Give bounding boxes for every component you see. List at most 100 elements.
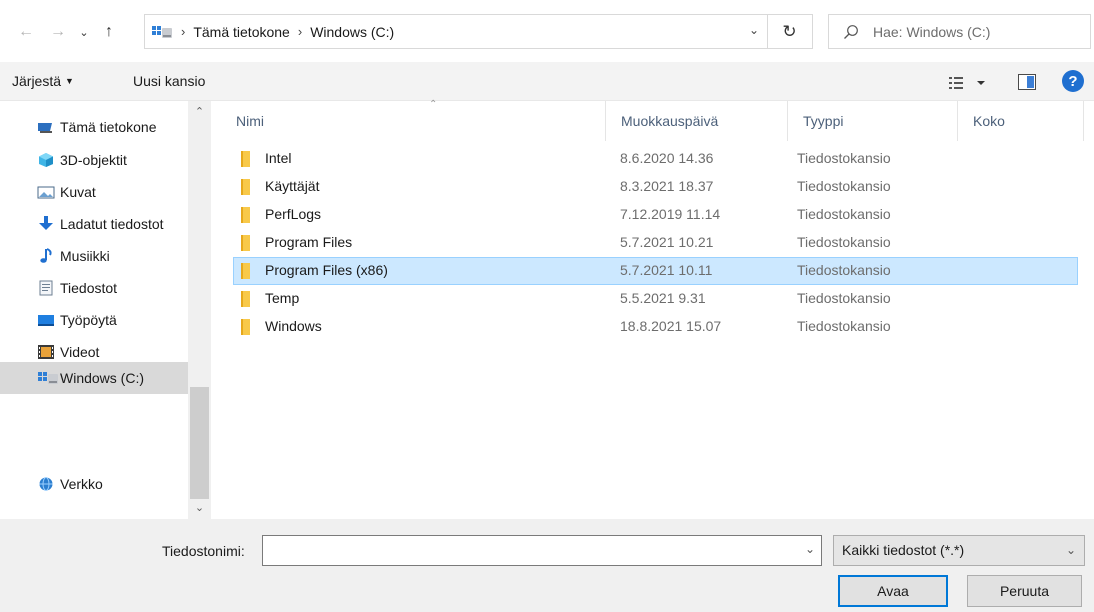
nav-item-pictures[interactable]: Kuvat <box>0 176 188 208</box>
file-type: Tiedostokansio <box>797 234 891 250</box>
breadcrumb-this-pc[interactable]: Tämä tietokone <box>193 24 290 40</box>
nav-item-label: 3D-objektit <box>60 152 127 168</box>
nav-item-3d-objects[interactable]: 3D-objektit <box>0 144 188 176</box>
address-bar[interactable]: › Tämä tietokone › Windows (C:) ⌄ <box>144 14 768 49</box>
column-header-type-label: Tyyppi <box>803 113 844 129</box>
nav-item-label: Windows (C:) <box>60 370 145 386</box>
organize-label: Järjestä <box>12 73 62 89</box>
file-type: Tiedostokansio <box>797 206 891 222</box>
file-type: Tiedostokansio <box>797 318 891 334</box>
nav-item-label: Työpöytä <box>60 312 117 328</box>
file-name: Käyttäjät <box>265 178 320 194</box>
filename-label: Tiedostonimi: <box>162 543 245 559</box>
file-modified: 8.3.2021 18.37 <box>620 178 714 194</box>
new-folder-button[interactable]: Uusi kansio <box>133 73 205 89</box>
nav-item-this-pc[interactable]: Tämä tietokone <box>0 111 188 143</box>
scroll-up-icon[interactable]: ⌃ <box>188 105 211 118</box>
file-type: Tiedostokansio <box>797 290 891 306</box>
search-input[interactable]: Hae: Windows (C:) <box>828 14 1091 49</box>
nav-item-downloads[interactable]: Ladatut tiedostot <box>0 208 188 240</box>
nav-item-music[interactable]: Musiikki <box>0 240 188 272</box>
folder-icon <box>241 207 250 223</box>
sort-ascending-icon: ⌃ <box>429 99 438 110</box>
filename-field[interactable]: ⌄ <box>262 535 822 566</box>
column-header-size-label: Koko <box>973 113 1005 129</box>
nav-item-label: Verkko <box>60 476 103 492</box>
cancel-button[interactable]: Peruuta <box>967 575 1082 607</box>
nav-item-network[interactable]: Verkko <box>0 468 188 500</box>
file-name: Windows <box>265 318 322 334</box>
table-row[interactable]: Windows 18.8.2021 15.07 Tiedostokansio <box>233 313 1078 341</box>
file-name: PerfLogs <box>265 206 322 222</box>
nav-item-label: Tämä tietokone <box>60 119 157 135</box>
nav-item-label: Ladatut tiedostot <box>60 216 164 232</box>
3d-objects-icon <box>37 152 55 168</box>
refresh-icon[interactable]: ↻ <box>767 14 813 49</box>
dialog-footer: Tiedostonimi: ⌄ Kaikki tiedostot (*.*) ⌄… <box>0 519 1094 612</box>
column-header-size[interactable]: Koko <box>958 101 1084 141</box>
folder-icon <box>241 291 250 307</box>
command-bar: Järjestä ▼ Uusi kansio ? <box>0 62 1094 101</box>
file-list: Nimi ⌃ Muokkauspäivä Tyyppi Koko Intel 8… <box>211 99 1094 519</box>
network-icon <box>37 476 55 492</box>
column-header-modified-label: Muokkauspäivä <box>621 113 719 129</box>
file-type: Tiedostokansio <box>797 150 891 166</box>
column-header-name[interactable]: Nimi ⌃ <box>221 99 606 141</box>
search-placeholder: Hae: Windows (C:) <box>873 23 991 40</box>
file-name: Temp <box>265 290 300 306</box>
scrollbar-thumb[interactable] <box>190 387 209 499</box>
nav-item-label: Kuvat <box>60 184 96 200</box>
nav-item-label: Musiikki <box>60 248 110 264</box>
file-modified: 8.6.2020 14.36 <box>620 150 714 166</box>
folder-icon <box>241 235 250 251</box>
folder-icon <box>241 179 250 195</box>
drive-icon <box>37 370 58 386</box>
file-type: Tiedostokansio <box>797 262 891 278</box>
computer-icon <box>37 119 55 135</box>
file-type-filter[interactable]: Kaikki tiedostot (*.*) ⌄ <box>833 535 1085 566</box>
file-modified: 7.12.2019 11.14 <box>620 206 721 222</box>
help-icon[interactable]: ? <box>1062 70 1084 92</box>
table-row[interactable]: Temp 5.5.2021 9.31 Tiedostokansio <box>233 285 1078 313</box>
downloads-icon <box>37 216 55 232</box>
file-modified: 5.7.2021 10.21 <box>620 234 714 250</box>
breadcrumb-windows-c[interactable]: Windows (C:) <box>310 24 394 40</box>
file-name: Intel <box>265 150 292 166</box>
pictures-icon <box>37 184 55 200</box>
table-row[interactable]: Intel 8.6.2020 14.36 Tiedostokansio <box>233 145 1078 173</box>
nav-item-windows-c[interactable]: Windows (C:) <box>0 362 188 394</box>
table-row[interactable]: Program Files 5.7.2021 10.21 Tiedostokan… <box>233 229 1078 257</box>
nav-item-desktop[interactable]: Työpöytä <box>0 304 188 336</box>
nav-item-label: Videot <box>60 344 100 360</box>
address-row: ← → ⌄ ↑ › Tämä tietokone › Windows (C:) … <box>0 0 1094 62</box>
table-row-selected[interactable]: Program Files (x86) 5.7.2021 10.11 Tiedo… <box>233 257 1078 285</box>
column-header-modified[interactable]: Muokkauspäivä <box>606 101 788 141</box>
nav-scrollbar[interactable]: ⌃ ⌄ <box>188 101 211 519</box>
column-header-type[interactable]: Tyyppi <box>788 101 958 141</box>
address-dropdown-icon[interactable]: ⌄ <box>749 23 759 37</box>
preview-pane-icon[interactable] <box>1018 74 1036 90</box>
file-modified: 5.5.2021 9.31 <box>620 290 706 306</box>
forward-arrow-icon[interactable]: → <box>46 20 70 44</box>
up-arrow-icon[interactable]: ↑ <box>97 20 121 44</box>
file-name: Program Files (x86) <box>265 262 388 278</box>
recent-locations-chevron-icon[interactable]: ⌄ <box>72 20 96 44</box>
organize-button[interactable]: Järjestä ▼ <box>12 73 74 89</box>
desktop-icon <box>37 312 55 328</box>
view-options-button[interactable] <box>948 75 988 91</box>
chevron-down-icon: ⌄ <box>1065 543 1076 557</box>
music-icon <box>37 248 55 264</box>
table-row[interactable]: PerfLogs 7.12.2019 11.14 Tiedostokansio <box>233 201 1078 229</box>
table-row[interactable]: Käyttäjät 8.3.2021 18.37 Tiedostokansio <box>233 173 1078 201</box>
nav-item-label: Tiedostot <box>60 280 118 296</box>
file-modified: 18.8.2021 15.07 <box>620 318 722 334</box>
nav-item-documents[interactable]: Tiedostot <box>0 272 188 304</box>
filename-dropdown-icon[interactable]: ⌄ <box>805 542 815 556</box>
navigation-pane: Tämä tietokone 3D-objektit Kuvat Ladatut… <box>0 101 211 519</box>
folder-icon <box>241 319 250 335</box>
back-arrow-icon[interactable]: ← <box>14 20 38 44</box>
folder-icon <box>241 263 250 279</box>
scroll-down-icon[interactable]: ⌄ <box>188 501 211 514</box>
videos-icon <box>37 344 55 360</box>
open-button[interactable]: Avaa <box>838 575 948 607</box>
